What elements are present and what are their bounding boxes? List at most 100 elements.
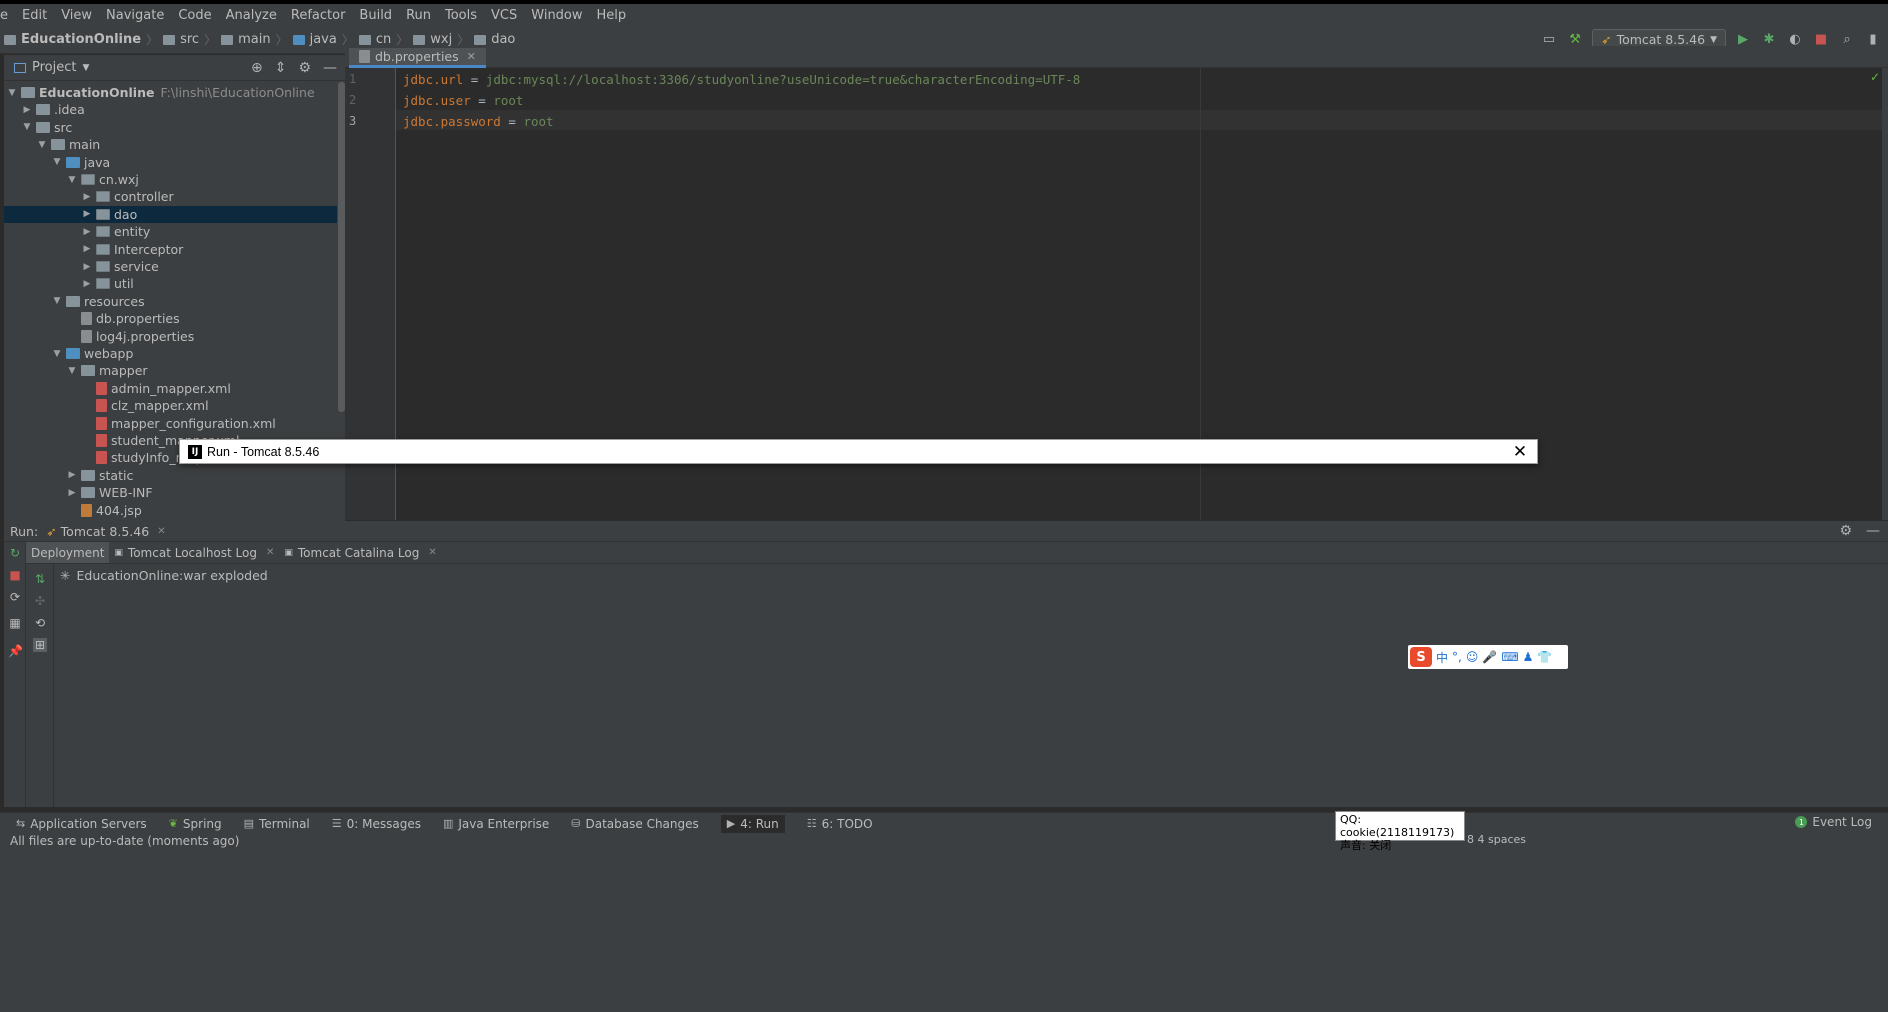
chevron-down-icon[interactable]: ▼ [51,296,63,306]
toolwindow-run[interactable]: ▶ 4: Run [720,814,785,833]
keyboard-icon[interactable]: ⌨ [1501,650,1518,664]
deploy-all-icon[interactable]: ⇅ [33,572,47,586]
breadcrumb-wxj[interactable]: wxj [409,32,456,47]
menu-vcs[interactable]: VCS [484,8,524,23]
close-icon[interactable]: ✕ [266,547,274,558]
undeploy-icon[interactable]: ✣ [33,594,47,608]
tree-item[interactable]: ▼ resources [4,293,337,310]
tree-item[interactable]: ▶ dao [4,205,337,223]
menu-edit[interactable]: Edit [15,8,54,23]
close-icon[interactable]: ✕ [467,50,476,63]
menu-code[interactable]: Code [171,8,218,23]
tree-item[interactable]: ▼ mapper [4,362,337,379]
chevron-right-icon[interactable]: ▶ [81,209,93,219]
ime-language[interactable]: 中 [1436,649,1448,666]
close-icon[interactable]: ✕ [428,547,436,558]
collapse-icon[interactable]: ⇕ [275,60,287,76]
editor-right-scrollbar[interactable] [1882,68,1888,520]
emoji-icon[interactable]: ☺ [1466,650,1479,664]
project-view-selector[interactable]: Project [32,60,76,75]
tree-item[interactable]: ▼ java [4,154,337,171]
event-log-button[interactable]: 1 Event Log [1795,815,1872,829]
toolwindow-database-changes[interactable]: ⛁ Database Changes [571,817,699,831]
menu-window[interactable]: Window [524,8,589,23]
run-dialog[interactable]: IJ Run - Tomcat 8.5.46 ✕ [179,439,1538,464]
layout-icon[interactable]: ▦ [8,616,22,630]
toolwindow-todo[interactable]: ☷ 6: TODO [807,817,873,831]
breadcrumb-src[interactable]: src [159,32,203,47]
breadcrumb-cn[interactable]: cn [355,32,395,47]
tree-item[interactable]: ▶ WEB-INF [4,484,337,501]
chevron-down-icon[interactable]: ▼ [21,122,33,132]
menu-build[interactable]: Build [352,8,399,23]
ime-toolbar[interactable]: S 中 °, ☺ 🎤 ⌨ ♟ 👕 [1408,645,1568,669]
chevron-down-icon[interactable]: ▼ [51,349,63,359]
breadcrumb-java[interactable]: java [289,32,341,47]
chevron-right-icon[interactable]: ▶ [81,279,93,289]
gear-icon[interactable]: ⚙ [1839,523,1852,539]
chevron-down-icon[interactable]: ▼ [66,175,78,185]
breadcrumb-main[interactable]: main [217,32,274,47]
close-icon[interactable]: ✕ [1509,442,1531,462]
skin-icon[interactable]: 👕 [1537,650,1552,664]
project-scrollbar[interactable] [338,82,345,412]
tree-root[interactable]: ▼ EducationOnline F:\linshi\EducationOnl… [4,84,337,101]
menu-help[interactable]: Help [590,8,634,23]
menu-run[interactable]: Run [399,8,438,23]
chevron-down-icon[interactable]: ▼ [51,157,63,167]
rerun-icon[interactable]: ↻ [8,546,22,560]
hide-icon[interactable]: — [1866,523,1880,539]
tree-item[interactable]: clz_mapper.xml [4,397,337,414]
tab-tomcat-catalina-log[interactable]: ▣ Tomcat Catalina Log ✕ [279,542,441,563]
tree-item[interactable]: ▶ Interceptor [4,241,337,258]
mic-icon[interactable]: 🎤 [1482,650,1497,664]
close-icon[interactable]: ✕ [157,526,165,537]
chevron-right-icon[interactable]: ▶ [66,488,78,498]
toolwindow-spring[interactable]: ❦ Spring [169,817,222,831]
toolwindow-messages[interactable]: ☰ 0: Messages [332,817,421,831]
open-browser-icon[interactable]: ⊞ [33,638,47,652]
indent-indicator[interactable]: 8 4 spaces [1467,833,1526,846]
tree-item[interactable]: ▶ entity [4,223,337,240]
tree-item[interactable]: 404.jsp [4,502,337,519]
chevron-right-icon[interactable]: ▶ [21,105,33,115]
tree-item[interactable]: ▼ webapp [4,345,337,362]
toolwindow-java-enterprise[interactable]: ▥ Java Enterprise [443,817,549,831]
tree-item[interactable]: mapper_configuration.xml [4,415,337,432]
tree-item[interactable]: ▼ cn.wxj [4,171,337,188]
tree-item[interactable]: db.properties [4,310,337,327]
chevron-right-icon[interactable]: ▶ [81,244,93,254]
tree-item[interactable]: log4j.properties [4,328,337,345]
restart-icon[interactable]: ⟳ [8,590,22,604]
breadcrumb-dao[interactable]: dao [470,32,519,47]
menu-analyze[interactable]: Analyze [219,8,284,23]
toolwindow-terminal[interactable]: ▤ Terminal [244,817,310,831]
list-item[interactable]: ✳ EducationOnline:war exploded [60,568,268,583]
menu-file[interactable]: e [0,8,15,23]
hide-icon[interactable]: — [323,60,337,76]
update-icon[interactable]: ⟲ [33,616,47,630]
locate-icon[interactable]: ⊕ [251,60,263,76]
menu-tools[interactable]: Tools [438,8,484,23]
gear-icon[interactable]: ⚙ [298,60,311,76]
tree-item[interactable]: ▶ controller [4,188,337,205]
tree-item[interactable]: ▶ service [4,258,337,275]
chevron-right-icon[interactable]: ▶ [81,262,93,272]
menu-refactor[interactable]: Refactor [284,8,353,23]
tab-tomcat-localhost-log[interactable]: ▣ Tomcat Localhost Log ✕ [109,542,279,563]
chevron-right-icon[interactable]: ▶ [66,470,78,480]
tab-db-properties[interactable]: db.properties ✕ [349,48,486,68]
tree-item[interactable]: ▶ static [4,467,337,484]
menu-navigate[interactable]: Navigate [99,8,171,23]
tab-deployment[interactable]: Deployment [26,542,110,563]
stop-icon[interactable]: ■ [8,568,22,582]
tree-item[interactable]: ▼ src [4,119,337,136]
chevron-down-icon[interactable]: ▼ [36,140,48,150]
tree-item[interactable]: ▼ main [4,136,337,153]
run-tab[interactable]: ➶ Tomcat 8.5.46 ✕ [46,524,165,539]
pin-icon[interactable]: 📌 [8,644,23,658]
toolwindow-application-servers[interactable]: ⇆ Application Servers [16,817,147,831]
ime-punctuation[interactable]: °, [1452,650,1462,664]
user-icon[interactable]: ♟ [1523,650,1534,664]
tree-item[interactable]: ▶ .idea [4,101,337,118]
